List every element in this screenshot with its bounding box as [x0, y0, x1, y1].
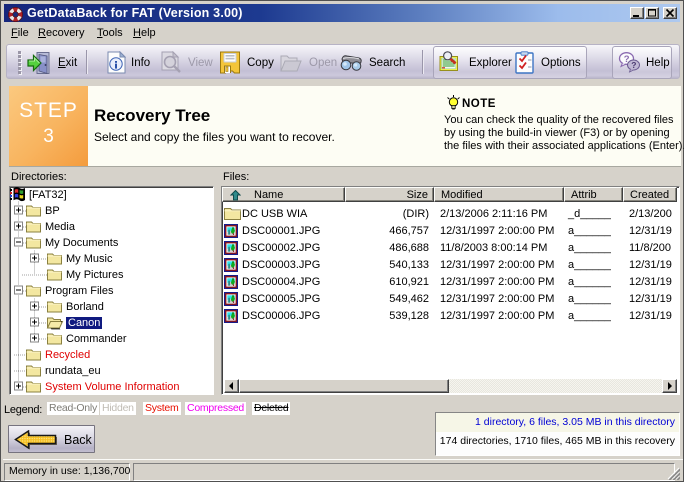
svg-text:?: ? [631, 60, 636, 70]
